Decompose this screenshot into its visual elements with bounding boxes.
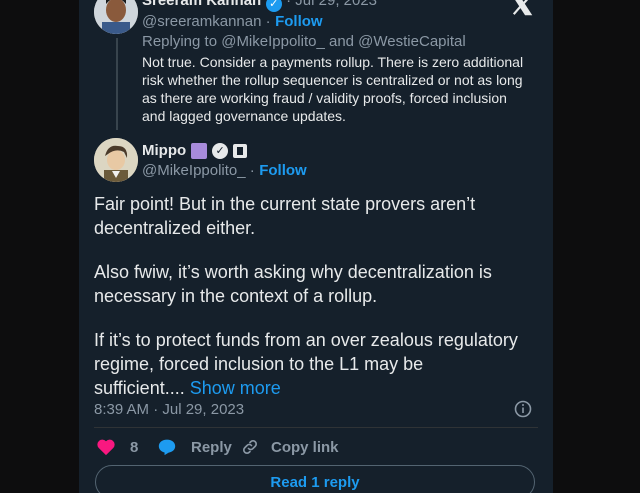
- author-name[interactable]: Mippo: [142, 142, 186, 159]
- divider: [94, 427, 538, 428]
- timestamp[interactable]: 8:39 AM · Jul 29, 2023: [94, 401, 244, 418]
- tweet-line: necessary in the context of a rollup.: [94, 286, 378, 306]
- tweet-line: decentralized either.: [94, 218, 256, 238]
- parent-text-line: as there are working fraud / validity pr…: [142, 90, 507, 106]
- parent-handle[interactable]: @sreeramkannan ·: [142, 13, 271, 30]
- show-more-link[interactable]: Show more: [190, 378, 281, 398]
- reply-label: Reply: [191, 438, 232, 456]
- purple-square-icon: [191, 142, 208, 159]
- copy-link-action[interactable]: Copy link: [241, 438, 339, 456]
- parent-text: Not true. Consider a payments rollup. Th…: [142, 53, 542, 125]
- verified-badge-icon: ✓: [265, 0, 282, 12]
- parent-text-line: risk whether the rollup sequencer is cen…: [142, 72, 523, 88]
- parent-handle-row: @sreeramkannan · Follow: [142, 13, 323, 31]
- thread-line: [116, 38, 118, 130]
- heart-icon: [96, 438, 116, 456]
- tweet-line: sufficient....: [94, 378, 185, 398]
- tweet-line: If it’s to protect funds from an over ze…: [94, 330, 518, 350]
- copy-link-label: Copy link: [271, 438, 339, 456]
- reply-bubble-icon: [157, 438, 177, 456]
- avatar-mippo[interactable]: [94, 138, 138, 182]
- tweet-line: Fair point! But in the current state pro…: [94, 194, 476, 214]
- follow-link[interactable]: Follow: [259, 162, 307, 179]
- link-icon: [241, 438, 259, 456]
- tweet-line: regime, forced inclusion to the L1 may b…: [94, 354, 424, 374]
- parent-text-line: and lagged governance updates.: [142, 108, 346, 124]
- reply-action[interactable]: Reply: [157, 438, 232, 456]
- tweet-line-last: sufficient.... Show more: [94, 376, 544, 400]
- tweet-card: Sreeram Kannan ✓ · Jul 29, 2023 @sreeram…: [79, 0, 553, 493]
- tweet-handle-row: @MikeIppolito_ · Follow: [142, 162, 307, 180]
- parent-header: Sreeram Kannan ✓ · Jul 29, 2023: [142, 0, 377, 12]
- tweet-text: Fair point! But in the current state pro…: [94, 192, 544, 400]
- author-handle[interactable]: @MikeIppolito_ ·: [142, 162, 255, 179]
- parent-author-name[interactable]: Sreeram Kannan: [142, 0, 261, 9]
- verified-badge-icon: ✓: [212, 142, 229, 159]
- like-count: 8: [130, 438, 139, 456]
- read-reply-button[interactable]: Read 1 reply: [95, 465, 535, 493]
- tweet-header: Mippo ✓: [142, 142, 248, 159]
- replying-to[interactable]: Replying to @MikeIppolito_ and @WestieCa…: [142, 33, 466, 50]
- parent-date[interactable]: · Jul 29, 2023: [286, 0, 377, 9]
- parent-text-line: Not true. Consider a payments rollup. Th…: [142, 54, 524, 70]
- x-logo-icon[interactable]: [511, 0, 533, 16]
- read-reply-label: Read 1 reply: [270, 473, 360, 491]
- affiliation-badge-icon: [233, 143, 248, 158]
- tweet-line: Also fwiw, it’s worth asking why decentr…: [94, 262, 492, 282]
- parent-follow-link[interactable]: Follow: [275, 13, 323, 30]
- info-icon[interactable]: [514, 400, 532, 418]
- avatar-sreeram[interactable]: [94, 0, 138, 34]
- like-action[interactable]: 8: [96, 438, 138, 456]
